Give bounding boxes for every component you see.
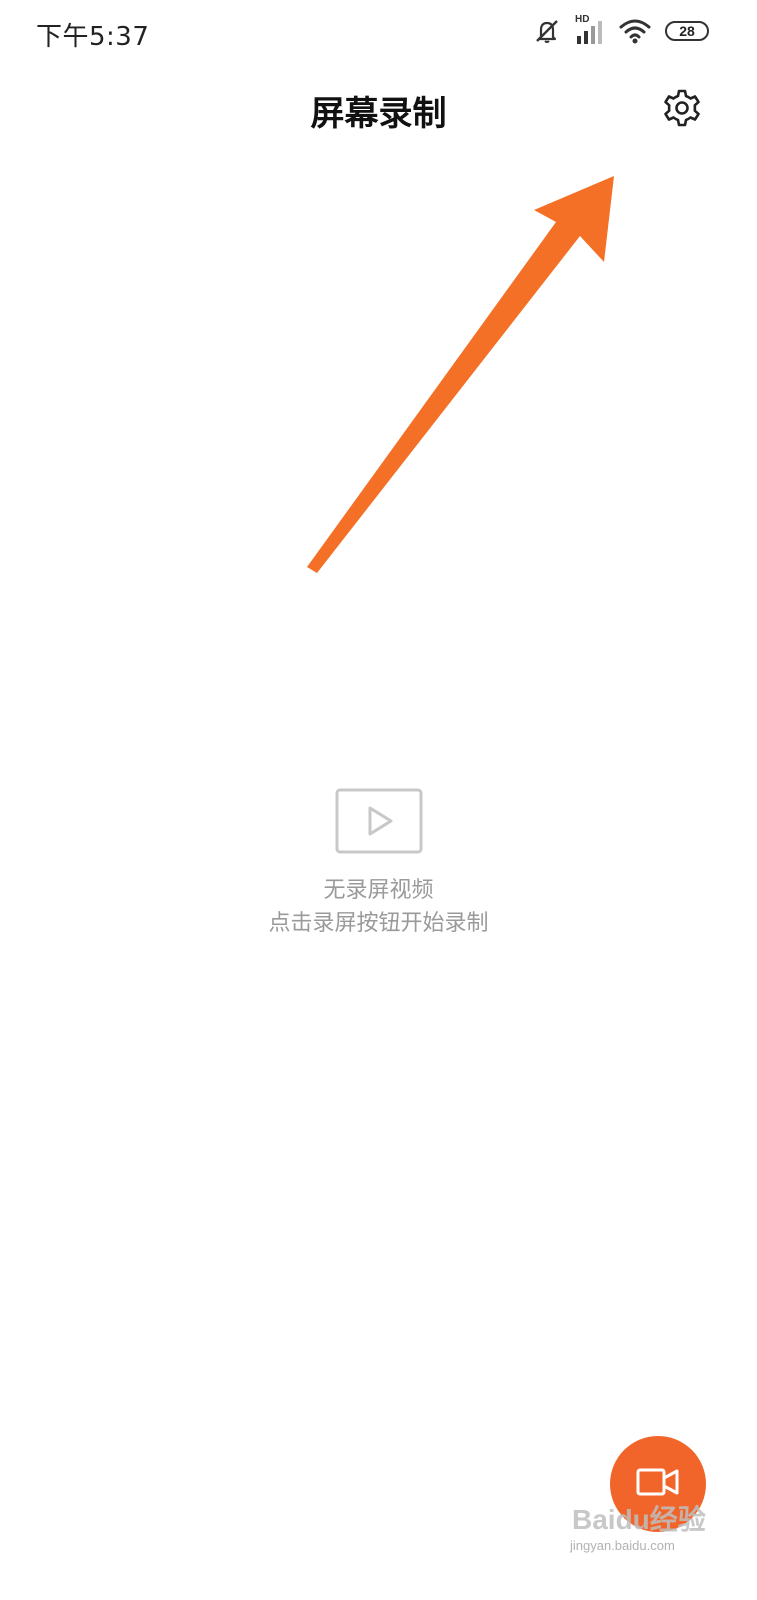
video-play-icon xyxy=(335,788,422,854)
page-title: 屏幕录制 xyxy=(310,94,447,134)
status-icons: HD 28 xyxy=(533,14,709,46)
status-time: 下午5:37 xyxy=(36,22,150,52)
watermark-sub: jingyan.baidu.com xyxy=(570,1538,675,1553)
video-camera-icon xyxy=(636,1466,680,1502)
screen: 下午5:37 HD 28 屏幕录制 无录屏视频 点击录屏按钮开始录制 Baidu… xyxy=(0,0,757,1600)
signal-icon: HD xyxy=(575,14,605,46)
record-button[interactable] xyxy=(610,1436,706,1532)
status-bar: 下午5:37 HD 28 xyxy=(0,0,757,62)
settings-button[interactable] xyxy=(658,86,706,134)
wifi-icon xyxy=(619,18,651,44)
battery-icon: 28 xyxy=(665,21,709,41)
empty-hint: 点击录屏按钮开始录制 xyxy=(268,911,489,936)
gear-icon xyxy=(662,88,702,132)
empty-state: 无录屏视频 点击录屏按钮开始录制 xyxy=(0,788,757,940)
mute-icon xyxy=(533,17,561,45)
empty-title: 无录屏视频 xyxy=(323,878,434,903)
